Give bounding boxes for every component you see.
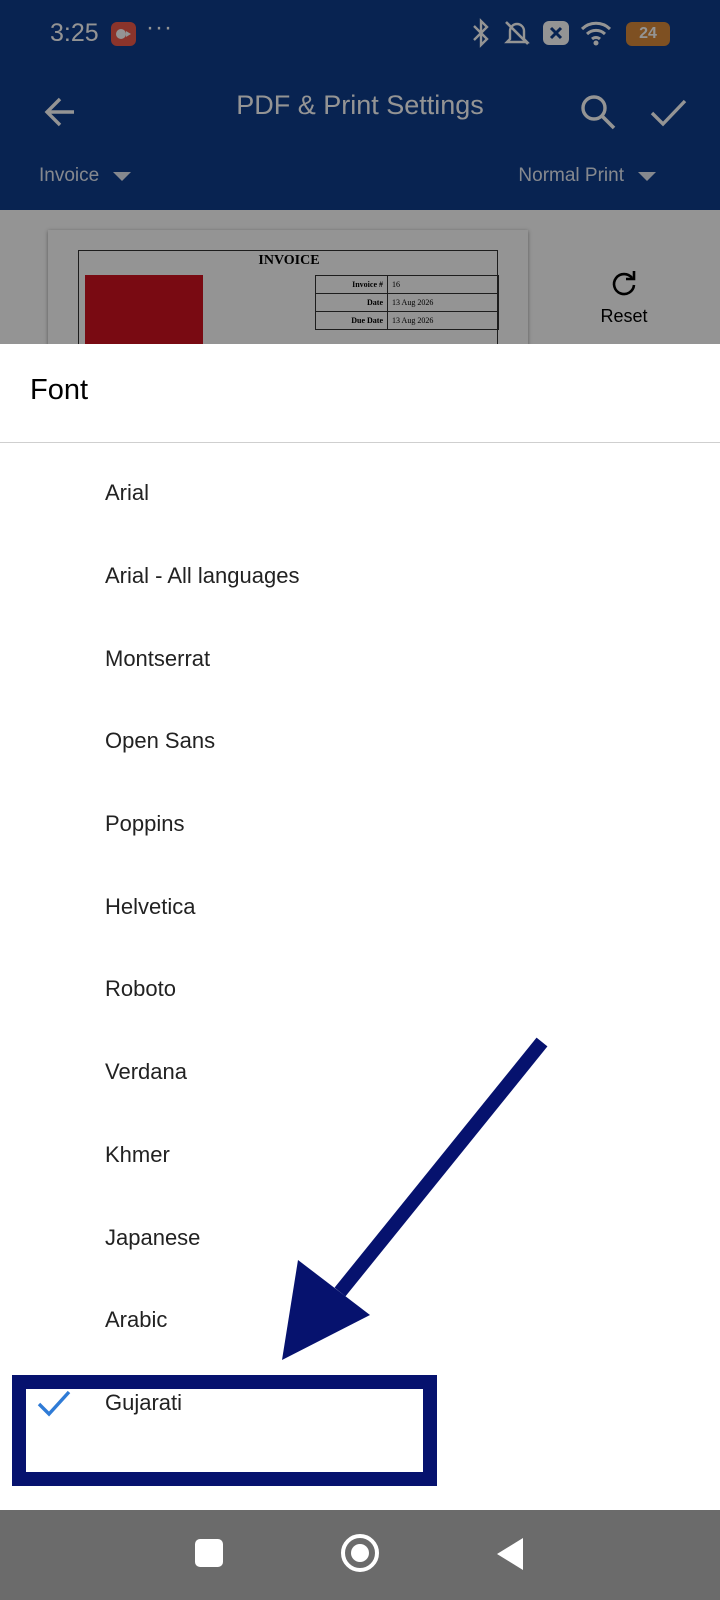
modal-scrim[interactable] (0, 0, 720, 344)
font-option-label: Khmer (105, 1141, 170, 1167)
font-option-gujarati[interactable]: Gujarati (0, 1362, 720, 1445)
font-option-label: Open Sans (105, 728, 216, 754)
font-option-arial-all-languages[interactable]: Arial - All languages (0, 535, 720, 618)
font-option-roboto[interactable]: Roboto (0, 948, 720, 1031)
check-icon (37, 1390, 71, 1417)
font-option-label: Gujarati (105, 1389, 183, 1415)
font-option-arial[interactable]: Arial (0, 452, 720, 535)
font-option-label: Japanese (105, 1224, 201, 1250)
font-option-label: Helvetica (105, 893, 196, 919)
font-option-verdana[interactable]: Verdana (0, 1031, 720, 1114)
font-option-label: Poppins (105, 811, 185, 837)
home-icon[interactable] (341, 1534, 379, 1572)
font-option-montserrat[interactable]: Montserrat (0, 617, 720, 700)
font-option-label: Arabic (105, 1307, 168, 1333)
font-option-open-sans[interactable]: Open Sans (0, 700, 720, 783)
system-nav-bar (0, 1510, 720, 1600)
font-option-label: Verdana (105, 1059, 187, 1085)
font-option-label: Arial (105, 480, 150, 506)
font-list: Arial Arial - All languages Montserrat O… (0, 452, 720, 1444)
font-option-helvetica[interactable]: Helvetica (0, 865, 720, 948)
font-option-poppins[interactable]: Poppins (0, 783, 720, 866)
sheet-title: Font (30, 374, 89, 406)
recents-icon[interactable] (195, 1539, 223, 1567)
font-option-label: Montserrat (105, 645, 211, 671)
font-bottom-sheet: Font Arial Arial - All languages Montser… (0, 344, 720, 1510)
font-option-label: Roboto (105, 976, 176, 1002)
font-option-label: Arial - All languages (105, 563, 300, 589)
font-option-khmer[interactable]: Khmer (0, 1114, 720, 1197)
font-option-japanese[interactable]: Japanese (0, 1196, 720, 1279)
divider (0, 442, 720, 443)
back-triangle-icon[interactable] (497, 1538, 523, 1570)
font-option-arabic[interactable]: Arabic (0, 1279, 720, 1362)
